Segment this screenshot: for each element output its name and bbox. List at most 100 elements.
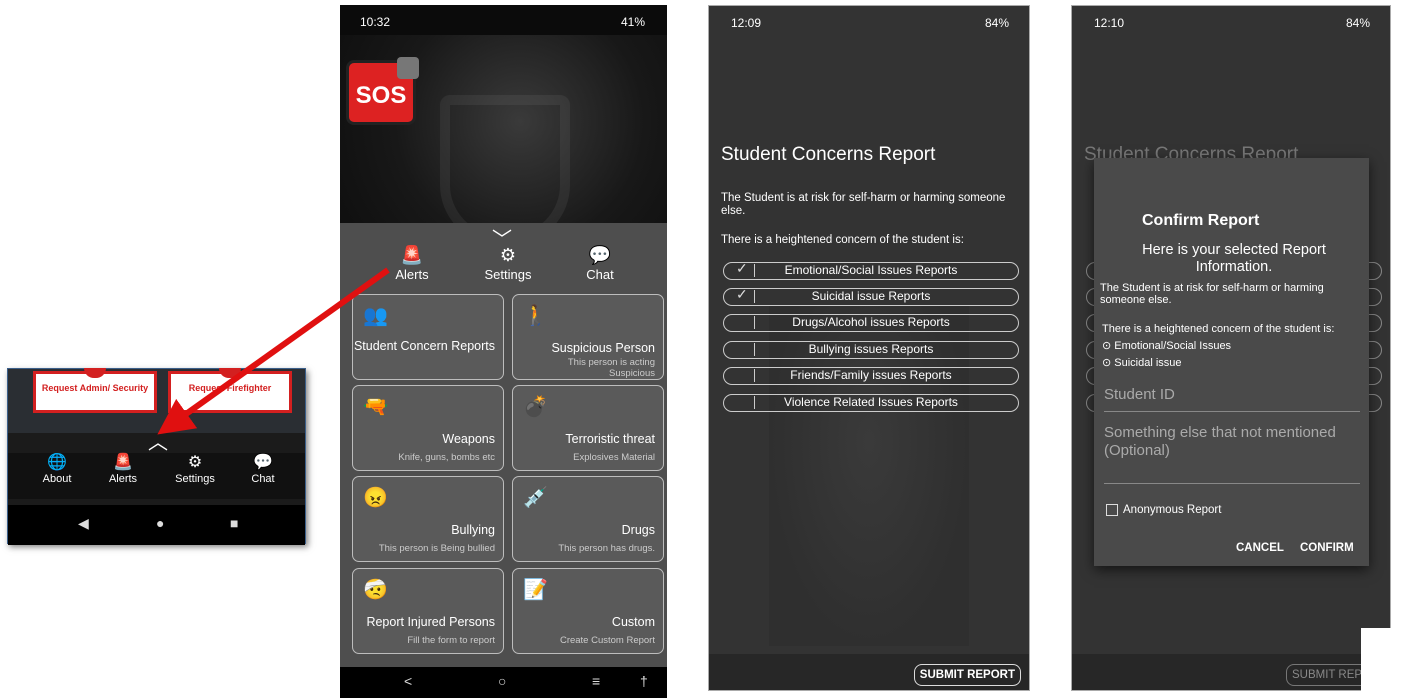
checkbox-icon — [1106, 504, 1118, 516]
status-battery: 84% — [984, 16, 1009, 30]
card-title: Custom — [611, 615, 655, 629]
gun-icon: 🔫 — [363, 396, 388, 418]
tab-alerts[interactable]: 🚨 Alerts — [382, 245, 442, 282]
siren-icon: 🚨 — [400, 245, 424, 265]
request-firefighter-button[interactable]: Request Firefighter — [168, 368, 292, 413]
nav-chat[interactable]: 💬 Chat — [236, 453, 290, 485]
phone-report-form: 12:09 84% Student Concerns Report The St… — [708, 5, 1030, 691]
status-time: 12:09 — [731, 16, 762, 30]
nav-alerts[interactable]: 🚨 Alerts — [96, 453, 150, 485]
report-option-label: Drugs/Alcohol issues Reports — [792, 315, 950, 329]
report-option[interactable]: Drugs/Alcohol issues Reports — [723, 314, 1019, 332]
home-icon[interactable]: ○ — [498, 673, 506, 689]
gear-icon: ⚙ — [499, 245, 517, 265]
status-battery: 41% — [620, 15, 645, 29]
radio-icon: ⊙ — [1102, 340, 1112, 352]
card-subtitle: Create Custom Report — [559, 635, 655, 646]
meeting-icon: 👥 — [363, 305, 388, 327]
nav-alerts-label: Alerts — [108, 473, 138, 485]
selected-item: ⊙ Emotional/Social Issues — [1102, 339, 1231, 352]
nav-chat-label: Chat — [251, 473, 275, 485]
submit-report-button[interactable]: SUBMIT REPORT — [913, 664, 1021, 686]
cancel-button[interactable]: CANCEL — [1236, 542, 1284, 554]
report-option-label: Emotional/Social Issues Reports — [784, 263, 958, 277]
tab-settings[interactable]: ⚙ Settings — [478, 245, 538, 282]
anonymous-checkbox[interactable]: Anonymous Report — [1106, 504, 1221, 516]
nav-about[interactable]: 🌐 About — [30, 453, 84, 485]
status-time: 10:32 — [360, 15, 391, 29]
check-icon: ✓ — [736, 286, 748, 302]
tab-chat[interactable]: 💬 Chat — [570, 245, 630, 282]
report-option[interactable]: Bullying issues Reports — [723, 341, 1019, 359]
confirm-report-dialog: Confirm Report Here is your selected Rep… — [1094, 158, 1369, 566]
chat-icon: 💬 — [253, 454, 273, 471]
card-title: Weapons — [442, 432, 495, 446]
phone-confirm-dialog: 12:10 84% Student Concerns Report Confir… — [1071, 5, 1391, 691]
alert-panel: ﹀ 🚨 Alerts ⚙ Settings 💬 Chat 👥 Student Conce… — [340, 223, 667, 667]
dialog-title: Confirm Report — [1142, 212, 1260, 229]
recents-icon[interactable]: ■ — [230, 515, 238, 531]
recents-icon[interactable]: ≡ — [592, 673, 600, 689]
dialog-description: The Student is at risk for self-harm or … — [1100, 282, 1324, 306]
tab-chat-label: Chat — [586, 267, 614, 282]
dialog-subtitle: Here is your selected Report Information… — [1142, 242, 1326, 275]
siren-icon: 🚨 — [113, 454, 133, 471]
report-option-label: Suicidal issue Reports — [811, 289, 931, 303]
status-bar: 10:32 41% — [340, 5, 667, 35]
card-subtitle: Fill the form to report — [407, 635, 495, 646]
anonymous-label: Anonymous Report — [1123, 504, 1222, 517]
report-option[interactable]: ✓ Emotional/Social Issues Reports — [723, 260, 1019, 280]
check-icon: ✓ — [736, 260, 748, 276]
card-subtitle: This person has drugs. — [558, 543, 655, 554]
report-option-label: Violence Related Issues Reports — [784, 395, 958, 409]
other-details-input[interactable]: Something else that not mentioned (Optio… — [1104, 424, 1360, 484]
nav-settings[interactable]: ⚙ Settings — [168, 453, 222, 485]
description-text: The Student is at risk for self-harm or … — [721, 192, 1006, 217]
person-icon: 🚶 — [523, 305, 548, 327]
card-custom[interactable]: 📝 Custom Create Custom Report — [512, 568, 664, 654]
student-id-input[interactable]: Student ID — [1104, 386, 1360, 412]
card-bullying[interactable]: 😠 Bullying This person is Being bullied — [352, 476, 504, 562]
accessibility-icon[interactable]: † — [640, 673, 648, 689]
card-subtitle: This person is acting Suspicious — [567, 357, 655, 379]
back-icon[interactable]: < — [404, 673, 412, 689]
injured-icon: 🤕 — [363, 579, 388, 601]
page-title: Student Concerns Report — [721, 144, 936, 165]
home-icon[interactable]: ● — [156, 515, 164, 531]
zoomed-navbar-crop: Request Admin/ Security Request Firefigh… — [7, 368, 306, 545]
card-suspicious-person[interactable]: 🚶 Suspicious Person This person is acting … — [512, 294, 664, 380]
sos-label: SOS — [355, 82, 407, 109]
bully-icon: 😠 — [363, 487, 388, 509]
card-terroristic-threat[interactable]: 💣 Terroristic threat Explosives Material — [512, 385, 664, 471]
card-drugs[interactable]: 💉 Drugs This person has drugs. — [512, 476, 664, 562]
card-subtitle: Knife, guns, bombs etc — [398, 452, 495, 463]
card-subtitle: This person is Being bullied — [378, 543, 495, 554]
card-student-concern[interactable]: 👥 Student Concern Reports — [352, 294, 504, 380]
edit-doc-icon: 📝 — [523, 579, 548, 601]
report-option[interactable]: ✓ Suicidal issue Reports — [723, 286, 1019, 306]
card-weapons[interactable]: 🔫 Weapons Knife, guns, bombs etc — [352, 385, 504, 471]
tab-settings-label: Settings — [484, 267, 532, 282]
card-title: Report Injured Persons — [366, 615, 495, 629]
back-icon[interactable]: ◀ — [78, 515, 89, 532]
syringe-icon: 💉 — [523, 487, 548, 509]
selected-item-label: Emotional/Social Issues — [1114, 340, 1232, 352]
card-injured-persons[interactable]: 🤕 Report Injured Persons Fill the form to … — [352, 568, 504, 654]
request-admin-button[interactable]: Request Admin/ Security — [33, 368, 157, 413]
selected-item: ⊙ Suicidal issue — [1102, 356, 1182, 369]
card-title: Terroristic threat — [565, 432, 655, 446]
report-option[interactable]: Friends/Family issues Reports — [723, 367, 1019, 385]
chevron-up-icon[interactable]: ︿ — [148, 433, 168, 453]
status-time: 12:10 — [1094, 16, 1125, 30]
card-title: Drugs — [621, 523, 655, 537]
chat-icon: 💬 — [588, 245, 612, 265]
request-firefighter-label: Request Firefighter — [188, 383, 272, 393]
nav-about-label: About — [42, 473, 72, 485]
card-title: Suspicious Person — [551, 341, 655, 355]
confirm-button[interactable]: CONFIRM — [1300, 542, 1354, 554]
dialog-concern-prompt: There is a heightened concern of the stu… — [1102, 323, 1335, 335]
gear-icon: ⚙ — [187, 454, 203, 471]
request-admin-label: Request Admin/ Security — [41, 383, 149, 393]
sos-button[interactable]: SOS — [346, 57, 419, 125]
report-option[interactable]: Violence Related Issues Reports — [723, 394, 1019, 412]
